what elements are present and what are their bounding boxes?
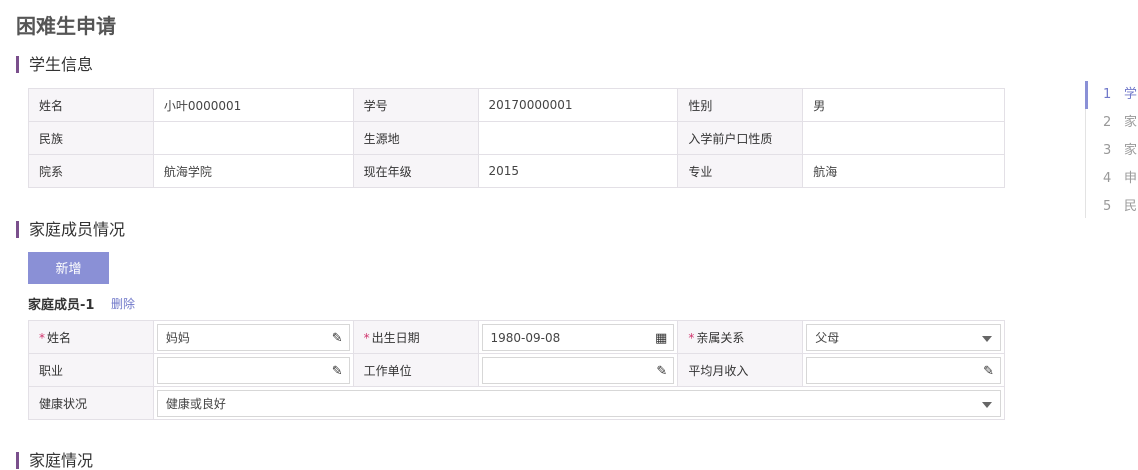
origin-label: 生源地 <box>352 121 479 155</box>
grade-label: 现在年级 <box>352 154 479 188</box>
pencil-icon: ✎ <box>656 363 668 379</box>
employer-label: 工作单位 <box>352 353 479 387</box>
health-label: 健康状况 <box>28 386 154 420</box>
table-row: 民族 生源地 入学前户口性质 <box>28 121 1005 155</box>
birth-date-cell: 1980-09-08 ▦ <box>477 320 679 354</box>
table-row: 姓名 小叶0000001 学号 20170000001 性别 男 <box>28 88 1005 122</box>
toc-item[interactable]: 4申 <box>1085 165 1138 193</box>
required-mark: * <box>363 330 370 345</box>
section-title-family-situation: 家庭情况 <box>16 452 93 469</box>
page-title: 困难生申请 <box>16 14 116 38</box>
occupation-label: 职业 <box>28 353 154 387</box>
family-member-form: * 姓名 妈妈 ✎ * 出生日期 1980-09-08 ▦ * 亲属关系 父母 职业 ✎ … <box>28 320 1006 420</box>
pencil-icon: ✎ <box>983 363 994 379</box>
student-id-value: 20170000001 <box>477 88 679 122</box>
gender-value: 男 <box>802 88 1005 122</box>
add-member-button[interactable]: 新增 <box>28 252 109 284</box>
occupation-cell: ✎ <box>152 353 354 387</box>
section-title-student: 学生信息 <box>16 56 93 73</box>
calendar-icon[interactable]: ▦ <box>655 325 667 352</box>
income-input[interactable]: ✎ <box>806 356 1001 384</box>
required-mark: * <box>688 330 695 345</box>
origin-value <box>477 121 679 155</box>
name-value: 小叶0000001 <box>152 88 354 122</box>
grade-value: 2015 <box>477 154 679 188</box>
toc-item[interactable]: 1学 <box>1085 81 1138 109</box>
table-row: * 姓名 妈妈 ✎ * 出生日期 1980-09-08 ▦ * 亲属关系 父母 <box>28 320 1005 354</box>
birth-date-input[interactable]: 1980-09-08 ▦ <box>481 323 675 352</box>
occupation-input[interactable]: ✎ <box>156 356 350 384</box>
member-name-cell: 妈妈 ✎ <box>152 320 354 354</box>
hukou-label: 入学前户口性质 <box>677 121 804 155</box>
section-nav: 1学 2家 3家 4申 5民 <box>1085 81 1138 221</box>
student-info-table: 姓名 小叶0000001 学号 20170000001 性别 男 民族 生源地 … <box>28 88 1005 188</box>
toc-item[interactable]: 5民 <box>1085 193 1138 221</box>
income-label: 平均月收入 <box>677 353 804 387</box>
member-title: 家庭成员-1 <box>28 298 95 313</box>
toc-item[interactable]: 3家 <box>1085 137 1138 165</box>
student-id-label: 学号 <box>352 88 479 122</box>
chevron-down-icon <box>982 335 992 342</box>
member-name-input[interactable]: 妈妈 ✎ <box>156 323 350 351</box>
table-row: 职业 ✎ 工作单位 ✎ 平均月收入 ✎ <box>28 353 1005 387</box>
delete-member-link[interactable]: 删除 <box>111 295 135 312</box>
table-row: 健康状况 健康或良好 <box>28 386 1006 420</box>
hukou-value <box>802 121 1005 155</box>
ethnicity-value <box>152 121 354 155</box>
pencil-icon: ✎ <box>331 363 343 379</box>
toc-item[interactable]: 2家 <box>1085 109 1138 137</box>
health-select[interactable]: 健康或良好 <box>156 389 1001 417</box>
section-title-family-members: 家庭成员情况 <box>16 221 125 238</box>
department-value: 航海学院 <box>152 154 354 188</box>
major-value: 航海 <box>802 154 1005 188</box>
income-cell: ✎ <box>802 353 1005 387</box>
chevron-down-icon <box>982 401 992 408</box>
major-label: 专业 <box>677 154 804 188</box>
table-row: 院系 航海学院 现在年级 2015 专业 航海 <box>28 154 1005 188</box>
employer-input[interactable]: ✎ <box>481 356 675 384</box>
relation-select[interactable]: 父母 <box>806 323 1001 351</box>
ethnicity-label: 民族 <box>28 121 154 155</box>
relation-label: * 亲属关系 <box>677 320 804 354</box>
birth-date-label: * 出生日期 <box>352 320 479 354</box>
gender-label: 性别 <box>677 88 804 122</box>
health-cell: 健康或良好 <box>152 386 1006 420</box>
member-name-label: * 姓名 <box>28 320 154 354</box>
employer-cell: ✎ <box>477 353 679 387</box>
department-label: 院系 <box>28 154 154 188</box>
name-label: 姓名 <box>28 88 154 122</box>
relation-cell: 父母 <box>802 320 1005 354</box>
required-mark: * <box>39 330 45 345</box>
pencil-icon: ✎ <box>331 330 343 346</box>
